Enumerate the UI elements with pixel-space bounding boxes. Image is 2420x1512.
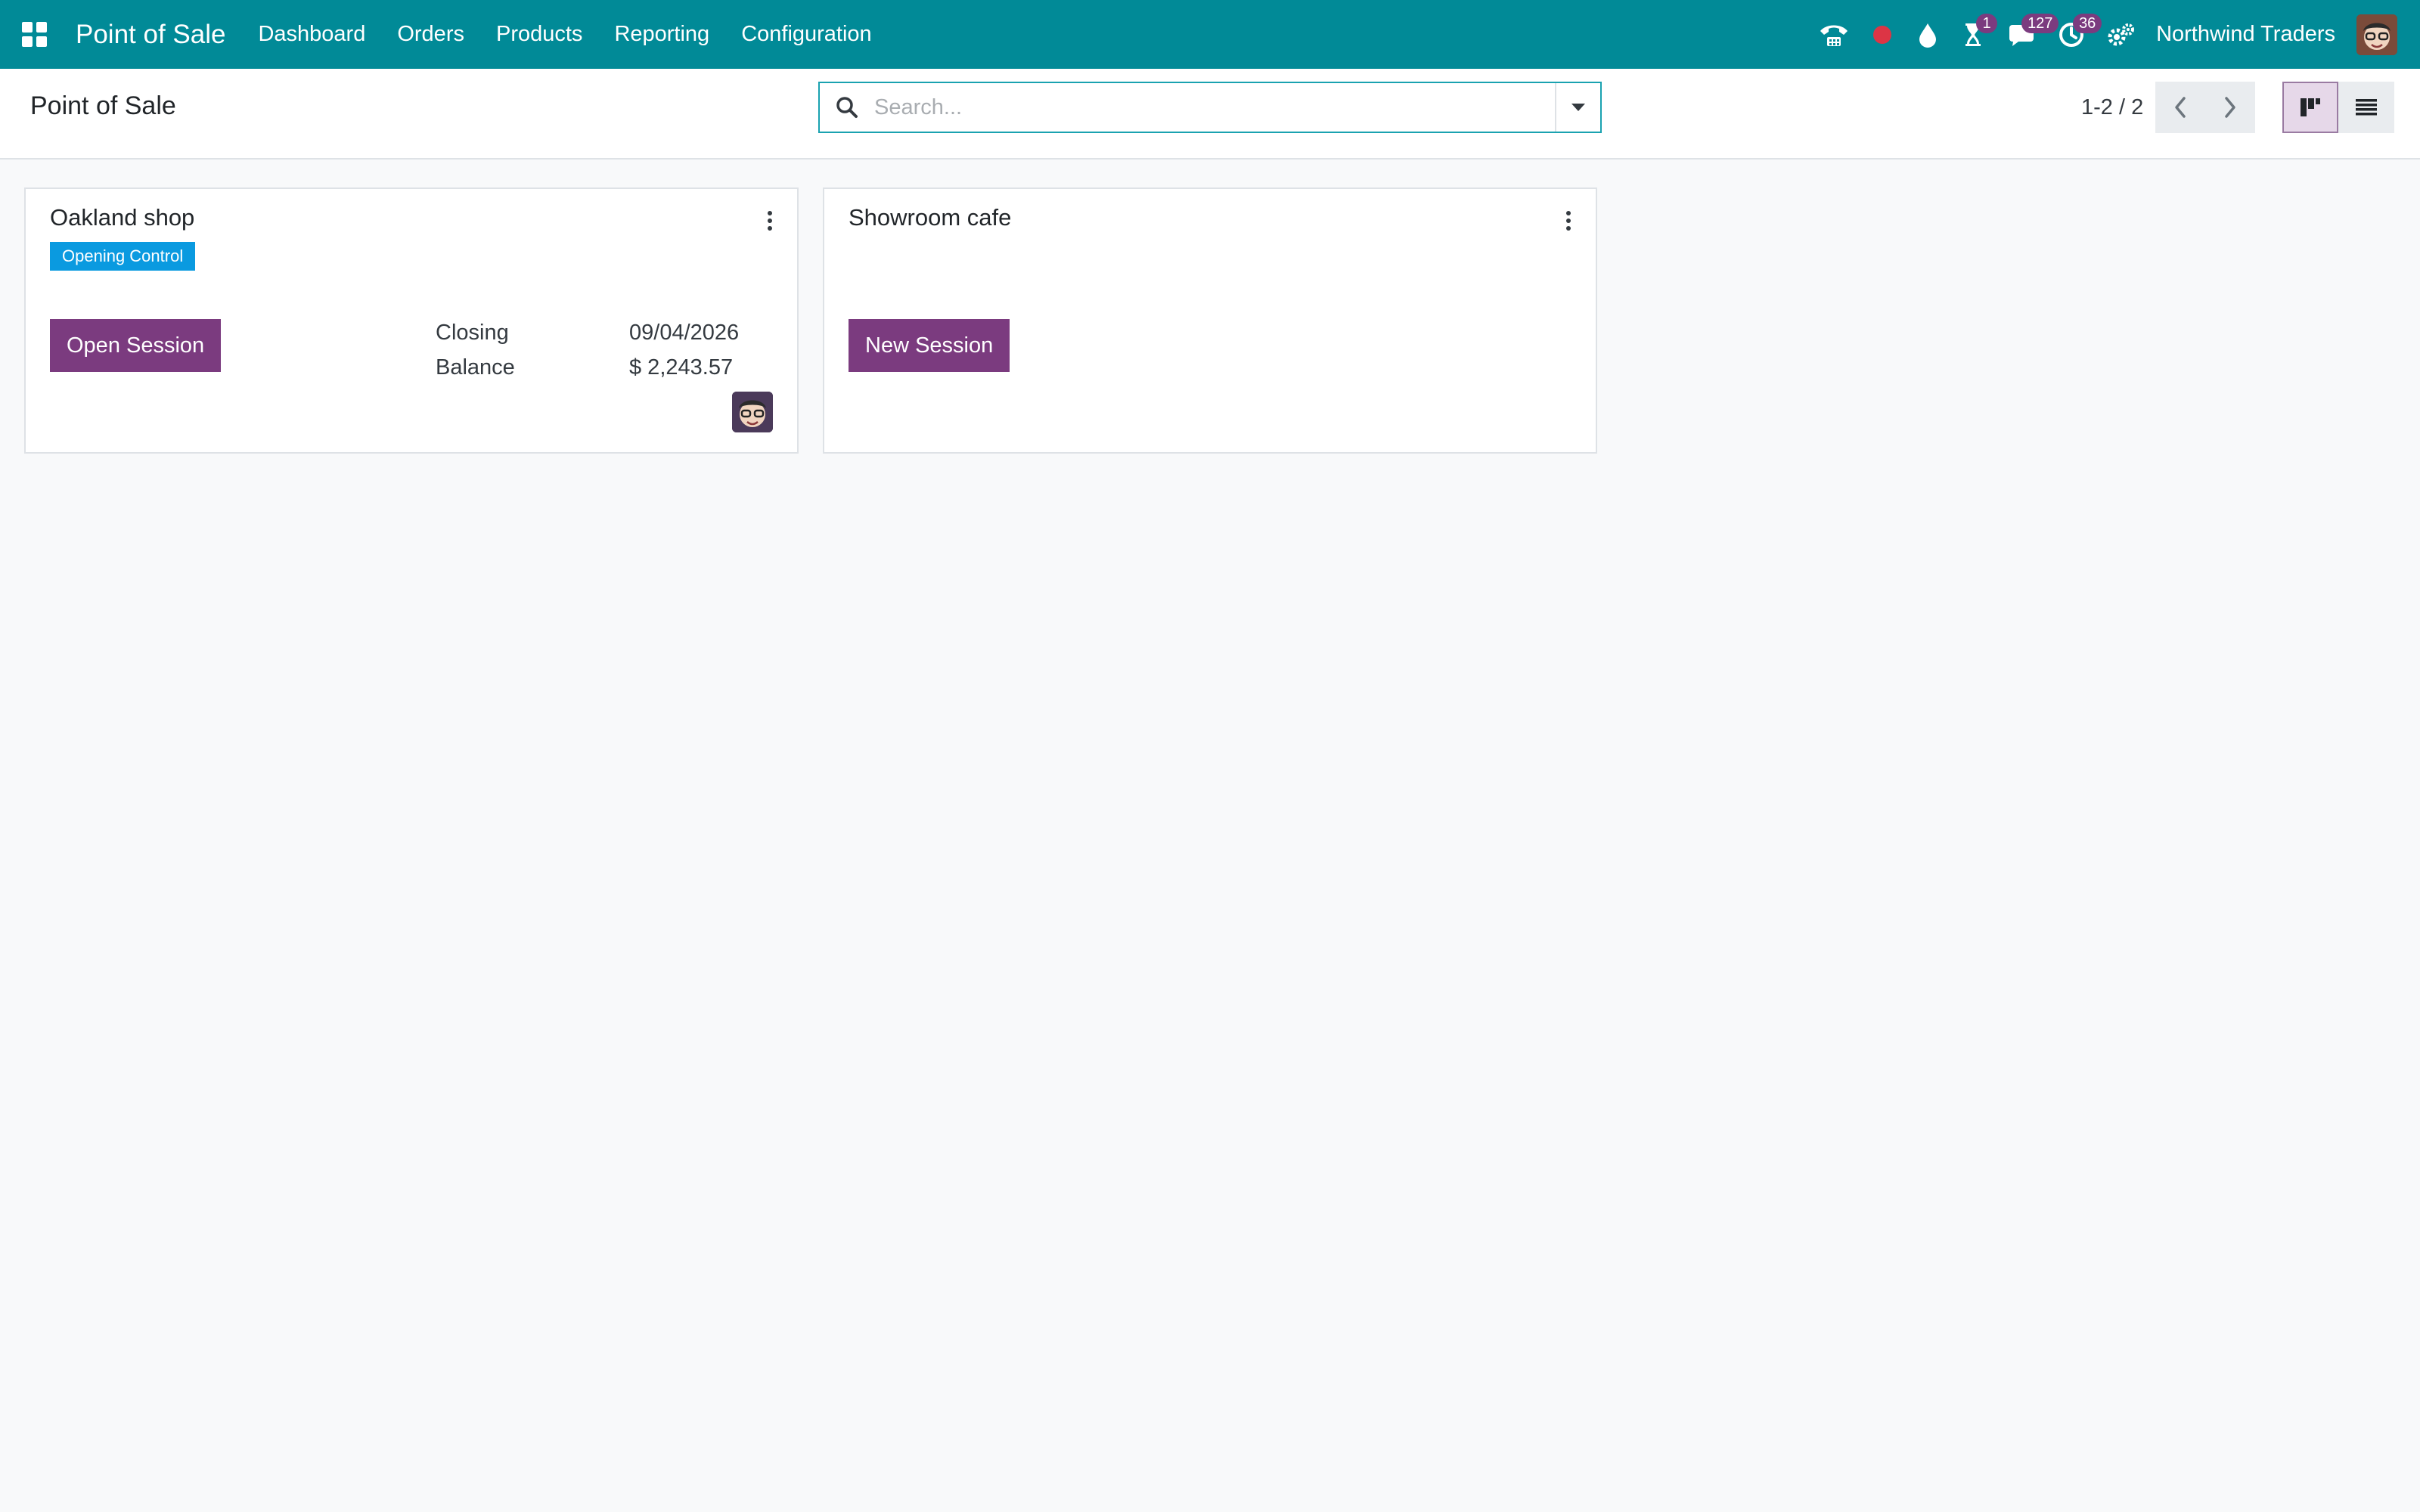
responsible-avatar[interactable]	[732, 392, 773, 432]
list-icon	[2356, 99, 2377, 116]
closing-label: Closing	[436, 321, 509, 345]
systray: 1 127 36 Northwind Traders	[1808, 0, 2420, 69]
settings-button[interactable]	[2096, 0, 2145, 69]
chevron-right-icon	[2225, 97, 2235, 118]
red-dot-icon	[1873, 25, 1892, 44]
control-panel: Point of Sale 1-2 / 2	[0, 69, 2420, 160]
user-avatar-image	[2356, 14, 2397, 55]
app-brand[interactable]: Point of Sale	[76, 20, 225, 50]
kebab-dot-icon	[768, 226, 772, 231]
kebab-dot-icon	[1566, 218, 1571, 223]
kanban-icon	[2301, 98, 2320, 116]
chevron-left-icon	[2175, 97, 2186, 118]
company-switcher[interactable]: Northwind Traders	[2145, 22, 2343, 47]
user-avatar[interactable]	[2356, 14, 2397, 55]
pos-card-showroom-cafe[interactable]: Showroom cafe New Session	[823, 187, 1597, 454]
search-options-toggle[interactable]	[1555, 83, 1600, 132]
kebab-dot-icon	[768, 211, 772, 215]
menu-products[interactable]: Products	[480, 0, 598, 69]
menu-reporting[interactable]: Reporting	[598, 0, 725, 69]
status-badge: Opening Control	[50, 242, 196, 271]
top-navbar: Point of Sale Dashboard Orders Products …	[0, 0, 2420, 69]
pager-value[interactable]: 1-2 / 2	[2081, 95, 2143, 120]
pos-card-oakland-shop[interactable]: Oakland shop Opening Control Open Sessio…	[24, 187, 799, 454]
messages-button[interactable]: 127	[1996, 0, 2059, 69]
card-title: Oakland shop	[50, 204, 195, 231]
kebab-dot-icon	[768, 218, 772, 223]
kebab-dot-icon	[1566, 211, 1571, 215]
search-input[interactable]	[874, 85, 1555, 130]
activities-button[interactable]: 36	[2047, 0, 2102, 69]
card-dropdown-button[interactable]	[1559, 207, 1578, 234]
balance-value: $ 2,243.57	[629, 355, 734, 380]
activity-badge: 1	[1976, 14, 1998, 33]
theme-drop-button[interactable]	[1905, 0, 1950, 69]
pager: 1-2 / 2	[2081, 82, 2256, 133]
card-title: Showroom cafe	[849, 204, 1012, 231]
kanban-view-button[interactable]	[2282, 82, 2338, 133]
search-bar	[818, 82, 1602, 133]
search-icon	[820, 83, 874, 132]
menu-dashboard[interactable]: Dashboard	[242, 0, 381, 69]
user-avatar-image	[732, 392, 773, 432]
kebab-dot-icon	[1566, 226, 1571, 231]
drop-icon	[1919, 23, 1937, 48]
menu-configuration[interactable]: Configuration	[725, 0, 888, 69]
menu-orders[interactable]: Orders	[381, 0, 480, 69]
apps-grid-icon	[21, 22, 47, 47]
balance-label: Balance	[436, 355, 515, 380]
gears-icon	[2108, 23, 2135, 45]
main-menu: Dashboard Orders Products Reporting Conf…	[242, 0, 887, 69]
status-indicator[interactable]	[1860, 0, 1905, 69]
app-menu-button[interactable]	[0, 0, 68, 69]
page-title: Point of Sale	[30, 91, 176, 120]
caret-down-icon	[1571, 104, 1585, 111]
voip-phone-button[interactable]	[1808, 0, 1860, 69]
card-dropdown-button[interactable]	[761, 207, 779, 234]
new-session-button[interactable]: New Session	[849, 319, 1010, 372]
open-session-button[interactable]: Open Session	[50, 319, 222, 372]
activity-timer-button[interactable]: 1	[1950, 0, 1998, 69]
view-switcher	[2282, 82, 2394, 133]
closing-value: 09/04/2026	[629, 321, 740, 345]
pager-next-button[interactable]	[2205, 82, 2256, 133]
phone-icon	[1820, 25, 1848, 46]
pager-previous-button[interactable]	[2155, 82, 2206, 133]
list-view-button[interactable]	[2338, 82, 2394, 133]
